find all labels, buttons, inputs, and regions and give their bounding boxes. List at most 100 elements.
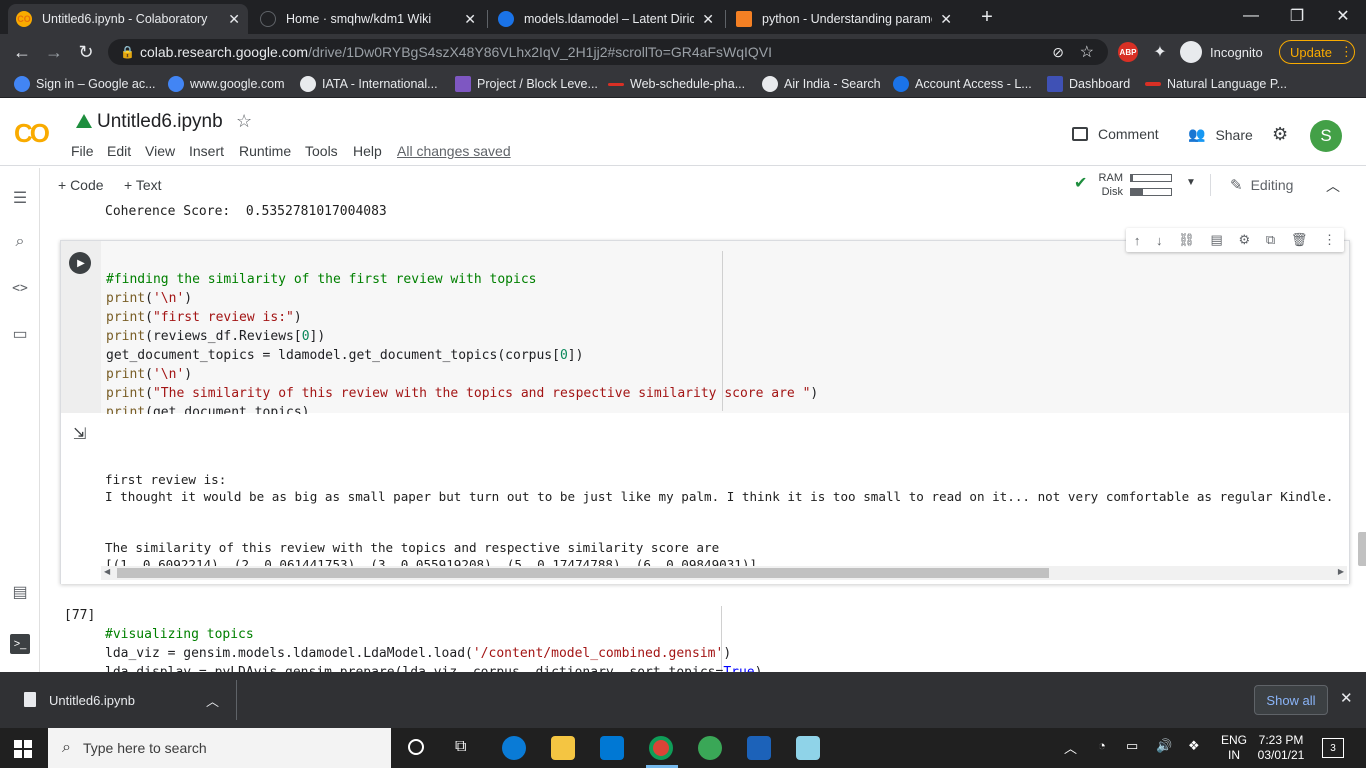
windows-start-icon[interactable] (14, 740, 32, 758)
minimize-button[interactable]: — (1228, 0, 1274, 32)
restore-button[interactable]: ❐ (1274, 0, 1320, 32)
add-text-button[interactable]: + Text (124, 177, 162, 193)
tracking-off-icon[interactable]: ⊘ (1052, 44, 1064, 61)
show-all-button[interactable]: Show all (1254, 685, 1328, 715)
menu-help[interactable]: Help (353, 143, 382, 159)
wifi-icon[interactable]: ◔ (1098, 738, 1106, 753)
mail-icon[interactable] (600, 736, 624, 760)
editing-mode-button[interactable]: ✎ Editing (1230, 176, 1293, 194)
menu-insert[interactable]: Insert (189, 143, 224, 159)
url-field[interactable]: 🔒 colab.research.google.com/drive/1Dw0RY… (108, 39, 1108, 65)
back-arrow-icon[interactable]: ← (10, 40, 34, 64)
extensions-puzzle-icon[interactable]: ✦ (1148, 40, 1172, 64)
language-indicator[interactable]: ENG IN (1221, 733, 1247, 763)
new-tab-button[interactable]: + (975, 5, 999, 29)
more-vert-icon[interactable]: ⋮ (1323, 232, 1336, 248)
cell-settings-icon[interactable]: ⚙ (1238, 232, 1250, 248)
menu-tools[interactable]: Tools (305, 143, 338, 159)
edge-icon[interactable] (502, 736, 526, 760)
forward-arrow-icon[interactable]: → (42, 40, 66, 64)
edge-dev-icon[interactable] (698, 736, 722, 760)
file-explorer-icon[interactable] (551, 736, 575, 760)
code-snippets-icon[interactable]: <> (10, 278, 30, 298)
download-file-name[interactable]: Untitled6.ipynb (49, 693, 135, 708)
run-cell-play-icon[interactable]: ▶ (69, 252, 91, 274)
mirror-cell-icon[interactable]: ⧉ (1266, 232, 1275, 248)
link-icon[interactable]: ⛓ (1178, 232, 1195, 248)
move-up-icon[interactable]: ↑ (1134, 233, 1141, 248)
battery-icon[interactable]: ▭ (1126, 738, 1138, 754)
colab-logo[interactable]: CO (14, 118, 50, 149)
notebook-title[interactable]: Untitled6.ipynb (97, 111, 223, 133)
bookmark-item[interactable]: Project / Block Leve... (455, 75, 598, 93)
chevron-up-icon[interactable]: ︿ (206, 691, 219, 710)
volume-icon[interactable]: 🔊 (1156, 738, 1172, 754)
resources-indicator[interactable]: RAM Disk (1097, 171, 1123, 199)
chrome-icon[interactable] (649, 736, 673, 760)
photos-icon[interactable] (747, 736, 771, 760)
close-window-button[interactable]: ✕ (1320, 0, 1366, 32)
avatar[interactable]: S (1310, 120, 1342, 152)
tray-chevron-up-icon[interactable]: ︿ (1064, 738, 1077, 757)
taskbar-search-box[interactable]: ⌕ Type here to search (48, 728, 391, 768)
files-folder-icon[interactable]: ▭ (10, 324, 30, 344)
tab-gensim-docs[interactable]: models.ldamodel – Latent Dirichl ✕ (490, 4, 722, 34)
reload-icon[interactable]: ↻ (74, 40, 98, 64)
incognito-indicator[interactable]: Incognito (1180, 41, 1263, 63)
clock[interactable]: 7:23 PM 03/01/21 (1255, 733, 1307, 763)
close-tab-icon[interactable]: ✕ (228, 11, 240, 28)
horizontal-scrollbar[interactable]: ◀ ▶ (101, 566, 1347, 580)
tab-colab[interactable]: CO Untitled6.ipynb - Colaboratory ✕ (8, 4, 248, 34)
bookmark-item[interactable]: Account Access - L... (893, 75, 1032, 93)
notification-center-icon[interactable]: 3 (1322, 738, 1344, 758)
code-editor[interactable]: ▶ #finding the similarity of the first r… (61, 241, 1349, 420)
delete-icon[interactable]: 🗑 (1291, 232, 1308, 248)
menu-view[interactable]: View (145, 143, 175, 159)
comment-icon[interactable]: ▤ (1210, 232, 1222, 248)
add-code-button[interactable]: + Code (58, 177, 104, 193)
collapse-header-icon[interactable]: ︿ (1326, 176, 1340, 196)
bookmark-star-icon[interactable]: ☆ (1080, 42, 1094, 62)
output-actions-icon[interactable]: ⇲ (73, 424, 86, 444)
settings-gear-icon[interactable]: ⚙ (1272, 124, 1288, 145)
code-cell[interactable]: [77] #visualizing topics lda_viz = gensi… (60, 604, 1350, 672)
save-status[interactable]: All changes saved (397, 143, 511, 159)
menu-edit[interactable]: Edit (107, 143, 131, 159)
comment-button[interactable]: Comment (1072, 126, 1159, 142)
resources-dropdown-icon[interactable]: ▼ (1186, 177, 1196, 188)
scroll-right-icon[interactable]: ▶ (1338, 567, 1344, 576)
bookmark-item[interactable]: Air India - Search (762, 75, 881, 93)
terminal-icon[interactable]: >_ (10, 634, 30, 654)
tab-stackoverflow[interactable]: python - Understanding paramet ✕ (728, 4, 960, 34)
page-scrollbar-thumb[interactable] (1358, 532, 1366, 566)
code-text[interactable]: #finding the similarity of the first rev… (106, 251, 818, 422)
cortana-icon[interactable] (408, 739, 424, 755)
close-tab-icon[interactable]: ✕ (940, 11, 952, 28)
notes-icon[interactable] (796, 736, 820, 760)
close-tab-icon[interactable]: ✕ (464, 11, 476, 28)
scrollbar-thumb[interactable] (117, 568, 1049, 578)
bookmark-item[interactable]: IATA - International... (300, 75, 438, 93)
task-view-icon[interactable]: ⧉ (455, 738, 466, 756)
bookmark-item[interactable]: Web-schedule-pha... (608, 75, 745, 93)
star-icon[interactable]: ☆ (236, 111, 252, 132)
close-shelf-icon[interactable]: ✕ (1340, 689, 1353, 707)
bookmark-item[interactable]: www.google.com (168, 75, 285, 93)
adblock-icon[interactable]: ABP (1118, 42, 1138, 62)
move-down-icon[interactable]: ↓ (1156, 233, 1163, 248)
search-icon[interactable]: ⌕ (10, 232, 30, 252)
bookmark-item[interactable]: Dashboard (1047, 75, 1130, 93)
menu-file[interactable]: File (71, 143, 94, 159)
command-palette-icon[interactable]: ▤ (10, 582, 30, 602)
menu-runtime[interactable]: Runtime (239, 143, 291, 159)
close-tab-icon[interactable]: ✕ (702, 11, 714, 28)
scroll-left-icon[interactable]: ◀ (104, 567, 110, 576)
code-cell-active[interactable]: ▶ #finding the similarity of the first r… (60, 240, 1350, 584)
toc-list-icon[interactable]: ☰ (10, 188, 30, 208)
bookmark-item[interactable]: Sign in – Google ac... (14, 75, 156, 93)
update-button[interactable]: Update ⋮ (1279, 40, 1355, 64)
bookmark-item[interactable]: Natural Language P... (1145, 75, 1287, 93)
tab-github-wiki[interactable]: Home · smqhw/kdm1 Wiki ✕ (252, 4, 484, 34)
share-button[interactable]: 👥 Share (1188, 126, 1253, 143)
code-text[interactable]: #visualizing topics lda_viz = gensim.mod… (105, 606, 762, 672)
